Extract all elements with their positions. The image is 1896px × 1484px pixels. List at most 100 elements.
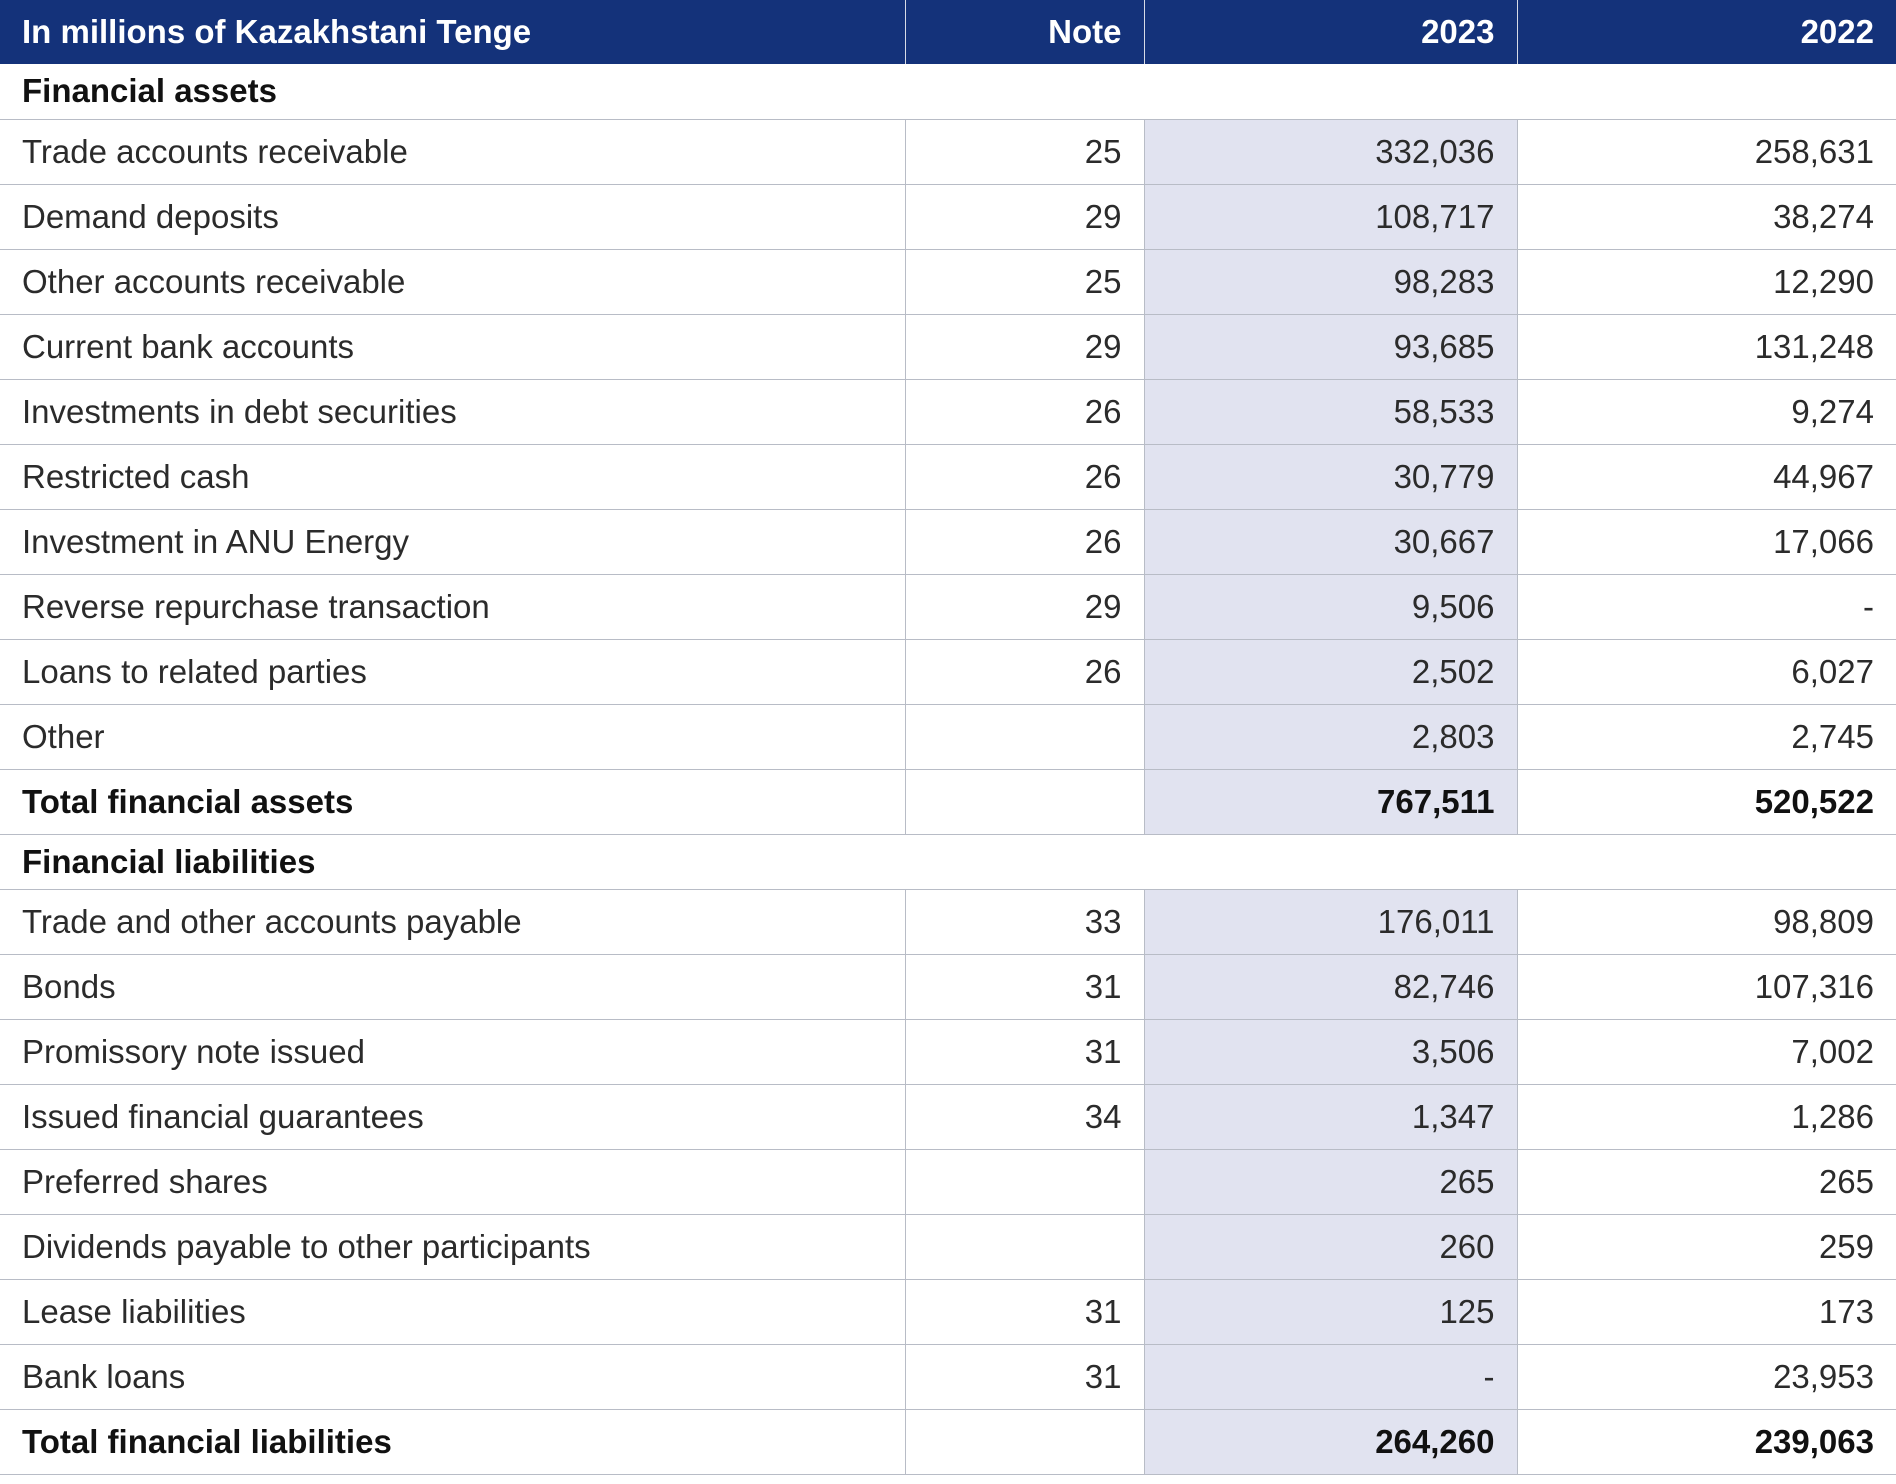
row-value-2023: 1,347 [1144,1084,1518,1150]
row-note: 31 [905,1344,1145,1410]
row-label: Lease liabilities [0,1279,906,1345]
row-value-2023: 260 [1144,1214,1518,1280]
table-row: Bank loans 31-23,953 [0,1344,1896,1410]
table-row: Other 2,803 2,745 [0,704,1896,770]
row-note: 31 [905,954,1145,1020]
row-note: 25 [905,119,1145,185]
row-value-2023: 125 [1144,1279,1518,1345]
row-note [905,704,1145,770]
row-value-2023: 2,803 [1144,704,1518,770]
row-value-2023: 30,667 [1144,509,1518,575]
table-row: Investment in ANU Energy 26 30,667 17,066 [0,509,1896,575]
row-label: Current bank accounts [0,314,906,380]
table-row: Trade and other accounts payable 33 176,01… [0,889,1896,955]
row-value-2023: 9,506 [1144,574,1518,640]
row-value-2022: 259 [1517,1214,1896,1280]
header-year-2022: 2022 [1517,0,1896,64]
total-row-liabilities: Total financial liabilities 264,260 239,06… [0,1409,1896,1475]
row-label: Preferred shares [0,1149,906,1215]
table-row: Investments in debt securities 26 58,533 9,… [0,379,1896,445]
section-row-liabilities: Financial liabilities [0,834,1896,890]
section-title-assets: Financial assets [0,64,1896,120]
row-note: 31 [905,1019,1145,1085]
row-label: Loans to related parties [0,639,906,705]
row-value-2022: - [1517,574,1896,640]
financial-instruments-table: In millions of Kazakhstani Tenge Note 20… [0,0,1896,1475]
row-value-2022: 265 [1517,1149,1896,1215]
section-title-liabilities: Financial liabilities [0,834,1896,890]
table-row: Issued financial guarantees 34 1,347 1,286 [0,1084,1896,1150]
row-value-2022: 131,248 [1517,314,1896,380]
row-label: Trade accounts receivable [0,119,906,185]
row-note [905,1214,1145,1280]
table-row: Preferred shares 265 265 [0,1149,1896,1215]
row-note: 34 [905,1084,1145,1150]
row-value-2022: 9,274 [1517,379,1896,445]
total-value-2022: 239,063 [1517,1409,1896,1475]
table-row: Dividends payable to other participants 2… [0,1214,1896,1280]
header-row: In millions of Kazakhstani Tenge Note 20… [0,0,1896,64]
header-note: Note [905,0,1145,64]
total-label: Total financial liabilities [0,1409,906,1475]
table-header: In millions of Kazakhstani Tenge Note 20… [0,0,1896,64]
row-value-2022: 6,027 [1517,639,1896,705]
row-value-2023: 3,506 [1144,1019,1518,1085]
row-value-2023: 98,283 [1144,249,1518,315]
row-value-2022: 98,809 [1517,889,1896,955]
total-note [905,1409,1145,1475]
row-label: Other accounts receivable [0,249,906,315]
row-label: Bonds [0,954,906,1020]
table-row: Other accounts receivable 25 98,283 12,290 [0,249,1896,315]
row-value-2023: 2,502 [1144,639,1518,705]
total-row-assets: Total financial assets 767,511 520,522 [0,769,1896,835]
row-value-2023: - [1144,1344,1518,1410]
row-note: 26 [905,509,1145,575]
header-label: In millions of Kazakhstani Tenge [0,0,906,64]
row-value-2023: 176,011 [1144,889,1518,955]
row-label: Demand deposits [0,184,906,250]
row-note: 31 [905,1279,1145,1345]
row-note: 26 [905,639,1145,705]
row-label: Dividends payable to other participants [0,1214,906,1280]
row-value-2022: 17,066 [1517,509,1896,575]
row-value-2022: 7,002 [1517,1019,1896,1085]
table-row: Restricted cash 26 30,779 44,967 [0,444,1896,510]
header-year-2023: 2023 [1144,0,1518,64]
row-note: 29 [905,184,1145,250]
total-note [905,769,1145,835]
table-row: Demand deposits 29 108,717 38,274 [0,184,1896,250]
row-label: Investments in debt securities [0,379,906,445]
row-value-2022: 2,745 [1517,704,1896,770]
table-row: Lease liabilities 31 125 173 [0,1279,1896,1345]
row-label: Trade and other accounts payable [0,889,906,955]
total-value-2022: 520,522 [1517,769,1896,835]
row-value-2022: 44,967 [1517,444,1896,510]
row-label: Investment in ANU Energy [0,509,906,575]
table-row: Bonds 31 82,746 107,316 [0,954,1896,1020]
row-label: Bank loans [0,1344,906,1410]
row-value-2022: 23,953 [1517,1344,1896,1410]
row-label: Restricted cash [0,444,906,510]
table-row: Promissory note issued 31 3,506 7,002 [0,1019,1896,1085]
table-row: Loans to related parties 26 2,502 6,027 [0,639,1896,705]
total-value-2023: 767,511 [1144,769,1518,835]
row-value-2022: 107,316 [1517,954,1896,1020]
row-label: Other [0,704,906,770]
row-value-2023: 332,036 [1144,119,1518,185]
row-value-2022: 38,274 [1517,184,1896,250]
table-body: Financial assets Trade accounts receivab… [0,64,1896,1475]
table-row: Trade accounts receivable 25 332,036 258,63… [0,119,1896,185]
table-row: Reverse repurchase transaction 29 9,506- [0,574,1896,640]
row-value-2023: 265 [1144,1149,1518,1215]
row-value-2022: 12,290 [1517,249,1896,315]
row-label: Issued financial guarantees [0,1084,906,1150]
row-value-2023: 30,779 [1144,444,1518,510]
row-note [905,1149,1145,1215]
row-label: Reverse repurchase transaction [0,574,906,640]
row-value-2023: 93,685 [1144,314,1518,380]
row-value-2023: 108,717 [1144,184,1518,250]
row-note: 29 [905,314,1145,380]
row-note: 26 [905,444,1145,510]
total-label: Total financial assets [0,769,906,835]
row-label: Promissory note issued [0,1019,906,1085]
